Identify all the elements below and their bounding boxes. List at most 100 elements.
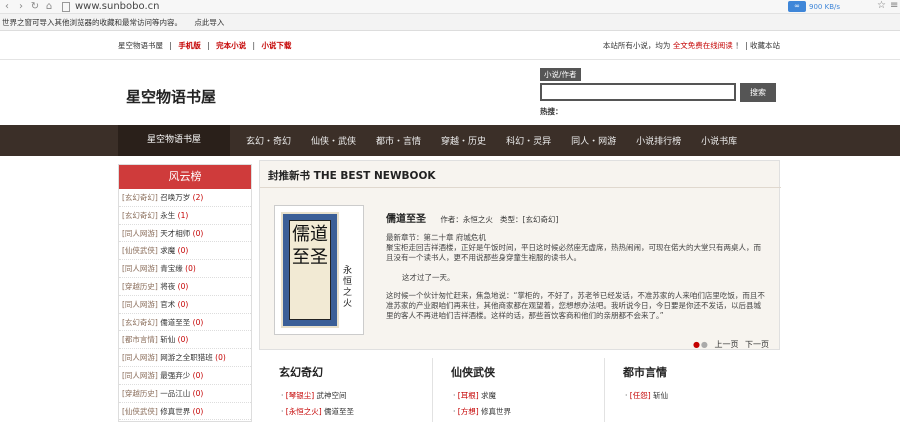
refresh-icon[interactable]: ↻ [28, 1, 42, 13]
site-name-link[interactable]: 星空物语书屋 [118, 41, 163, 50]
ranking-item[interactable]: [玄幻奇幻] 召唤万岁 (2) [119, 189, 251, 207]
ranking-item[interactable]: [仙侠武侠] 修真世界 (0) [119, 403, 251, 421]
ranking-item-title[interactable]: 修真世界 [160, 407, 190, 416]
ranking-item[interactable]: [同人网游] 天才相师 (0) [119, 225, 251, 243]
nav-item-library[interactable]: 小说书库 [701, 134, 737, 147]
ranking-item-count: (2) [192, 193, 204, 202]
category-columns: 玄幻奇幻 · [琴银尘] 武神空间 · [永恒之火] 儒道至圣 仙侠武侠 · [… [259, 352, 780, 422]
ranking-item-category[interactable]: [都市言情] [122, 335, 158, 344]
back-icon[interactable]: ‹ [0, 1, 14, 13]
ranking-item-title[interactable]: 一品江山 [160, 389, 190, 398]
category-column: 玄幻奇幻 · [琴银尘] 武神空间 · [永恒之火] 儒道至圣 [259, 352, 431, 422]
list-item[interactable]: · [永恒之火] 儒道至圣 [281, 406, 354, 417]
nav-item-tongren[interactable]: 同人・网游 [571, 134, 616, 147]
nav-home[interactable]: 星空物语书屋 [118, 125, 230, 156]
featured-pager: ●● 上一页 下一页 [689, 339, 769, 350]
star-icon[interactable]: ☆ [877, 0, 886, 11]
ranking-item[interactable]: [玄幻奇幻] 永生 (1) [119, 207, 251, 225]
ranking-item-title[interactable]: 网游之全职猎班 [160, 353, 213, 362]
ranking-item-category[interactable]: [同人网游] [122, 229, 158, 238]
ranking-item-title[interactable]: 青宝缘 [160, 264, 183, 273]
nav-item-dushi[interactable]: 都市・言情 [376, 134, 421, 147]
book-info: 儒道至圣 作者：永恒之火 类型：[玄幻奇幻] [386, 210, 558, 225]
category-title[interactable]: 仙侠武侠 [451, 364, 495, 380]
ranking-item-category[interactable]: [同人网游] [122, 264, 158, 273]
ranking-item-category[interactable]: [仙侠武侠] [122, 246, 158, 255]
list-item[interactable]: · [任怨] 斩仙 [625, 390, 668, 401]
main-nav: 星空物语书屋 玄幻・奇幻 仙侠・武侠 都市・言情 穿越・历史 科幻・灵异 同人・… [0, 125, 900, 156]
search-button[interactable]: 搜索 [740, 83, 776, 102]
latest-chapter[interactable]: 最新章节：第二十章 府城危机 [386, 233, 766, 243]
ranking-item-count: (1) [177, 210, 189, 220]
ranking-item-category[interactable]: [玄幻奇幻] [122, 318, 158, 327]
ranking-item[interactable]: [穿越历史] 将夜 (0) [119, 278, 251, 296]
ranking-item-title[interactable]: 天才相师 [160, 229, 190, 238]
download-link[interactable]: 小说下载 [261, 41, 291, 50]
next-page-link[interactable]: 下一页 [745, 340, 769, 349]
list-item[interactable]: · [方想] 修真世界 [453, 406, 511, 417]
forward-icon[interactable]: › [14, 1, 28, 13]
ranking-item-title[interactable]: 官术 [160, 300, 175, 309]
ranking-item[interactable]: [同人网游] 官术 (0) [119, 296, 251, 314]
finished-novels-link[interactable]: 完本小说 [216, 41, 246, 50]
ranking-item[interactable]: [都市言情] 斩仙 (0) [119, 331, 251, 350]
ranking-item-category[interactable]: [穿越历史] [122, 282, 158, 291]
menu-icon[interactable]: ≡ [890, 0, 900, 11]
ranking-item-category[interactable]: [穿越历史] [122, 389, 158, 398]
book-name[interactable]: 儒道至圣 [386, 214, 426, 225]
prev-page-link[interactable]: 上一页 [714, 340, 738, 349]
nav-item-xuanhuan[interactable]: 玄幻・奇幻 [246, 134, 291, 147]
home-icon[interactable]: ⌂ [42, 1, 56, 13]
ranking-item-count: (0) [215, 353, 226, 363]
nav-item-xianxia[interactable]: 仙侠・武侠 [311, 134, 356, 147]
active-dot-icon: ● [692, 340, 700, 349]
ranking-item-title[interactable]: 求魔 [160, 246, 175, 255]
ranking-item-category[interactable]: [同人网游] [122, 300, 158, 309]
book-cover-title: 儒道至圣 [289, 220, 331, 320]
category-title[interactable]: 玄幻奇幻 [279, 364, 323, 380]
nav-item-ranking[interactable]: 小说排行榜 [636, 134, 681, 147]
list-item[interactable]: · [琴银尘] 武神空间 [281, 390, 347, 401]
search-input[interactable] [540, 83, 736, 101]
category-column: 仙侠武侠 · [耳根] 求魔 · [方想] 修真世界 [431, 352, 603, 422]
ranking-item[interactable]: [同人网游] 最强弃少 (0) [119, 367, 251, 385]
ranking-item-title[interactable]: 儒道至圣 [160, 318, 190, 327]
ranking-item-count: (0) [177, 281, 189, 291]
ranking-item-category[interactable]: [玄幻奇幻] [122, 193, 158, 202]
import-link[interactable]: 点此导入 [194, 18, 224, 27]
ranking-item-title[interactable]: 永生 [160, 211, 175, 220]
url-text[interactable]: www.sunbobo.cn [75, 1, 159, 12]
ranking-item[interactable]: [同人网游] 青宝缘 (0) [119, 260, 251, 278]
site-logo[interactable]: 星空物语书屋 [126, 86, 216, 107]
ranking-item[interactable]: [穿越历史] 一品江山 (0) [119, 385, 251, 403]
book-cover-author: 永恒之火 [343, 266, 353, 309]
book-type: 类型：[玄幻奇幻] [500, 215, 559, 224]
ranking-item[interactable]: [玄幻奇幻] 儒道至圣 (0) [119, 314, 251, 332]
category-title[interactable]: 都市言情 [623, 364, 667, 380]
cloud-speed-icon: ∞ [788, 1, 807, 12]
ranking-item-title[interactable]: 将夜 [160, 282, 175, 291]
bookmark-site-link[interactable]: ！ | 收藏本站 [735, 41, 780, 50]
mobile-link[interactable]: 手机版 [178, 41, 201, 50]
ranking-item-count: (0) [177, 335, 189, 345]
book-author: 作者：永恒之火 [440, 215, 493, 224]
ranking-item[interactable]: [仙侠武侠] 求魔 (0) [119, 242, 251, 261]
ranking-item-category[interactable]: [仙侠武侠] [122, 407, 158, 416]
ranking-item-title[interactable]: 最强弃少 [160, 371, 190, 380]
ranking-item-category[interactable]: [同人网游] [122, 371, 158, 380]
url-field[interactable]: www.sunbobo.cn [62, 1, 159, 12]
nav-item-kehuan[interactable]: 科幻・灵异 [506, 134, 551, 147]
speed-indicator[interactable]: ∞ 900 KB/s [788, 1, 840, 12]
ranking-item-category[interactable]: [同人网游] [122, 353, 158, 362]
nav-item-chuanyue[interactable]: 穿越・历史 [441, 134, 486, 147]
ranking-item-title[interactable]: 召唤万岁 [160, 193, 190, 202]
search-type-tab[interactable]: 小说/作者 [540, 68, 581, 81]
list-item[interactable]: · [耳根] 求魔 [453, 390, 496, 401]
book-cover[interactable]: 儒道至圣 永恒之火 [274, 205, 364, 335]
ranking-item-title[interactable]: 斩仙 [160, 335, 175, 344]
ranking-item-count: (0) [192, 317, 204, 327]
ranking-item[interactable]: [同人网游] 网游之全职猎班 (0) [119, 349, 251, 367]
hot-search-label: 热搜： [540, 107, 563, 116]
ranking-item-category[interactable]: [玄幻奇幻] [122, 211, 158, 220]
site-notice: 本站所有小说，均为 全文免费在线阅读 ！ | 收藏本站 [602, 41, 780, 50]
